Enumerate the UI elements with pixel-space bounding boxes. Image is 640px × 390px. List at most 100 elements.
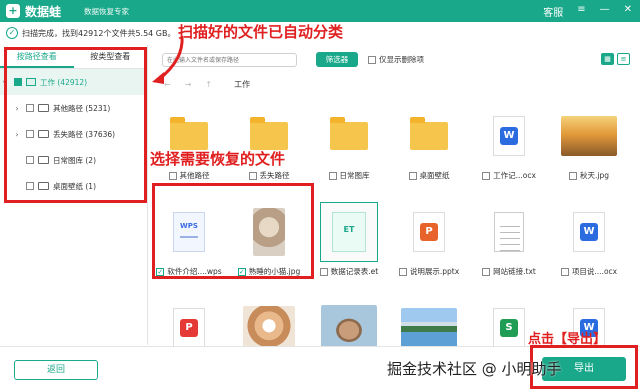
file-item[interactable]: 丢失路径 (234, 94, 304, 186)
file-thumbnail[interactable]: P (160, 298, 218, 346)
kitten-photo (243, 306, 295, 346)
file-item[interactable]: 其他路径 (154, 94, 224, 186)
file-name-label: 网站链接.txt (493, 267, 536, 276)
file-item[interactable] (394, 286, 464, 346)
word-badge-icon: W (580, 223, 598, 241)
show-deleted-toggle[interactable]: 仅显示删除项 (368, 54, 424, 65)
show-deleted-label: 仅显示删除项 (379, 55, 424, 64)
watermark: 掘金技术社区 @ 小明助手 (387, 360, 562, 378)
file-checkbox[interactable] (482, 267, 491, 276)
file-name: 网站链接.txt (474, 266, 544, 277)
file-name-label: 其他路径 (179, 171, 210, 180)
file-thumbnail[interactable] (400, 298, 458, 346)
file-item[interactable]: 日常图库 (314, 94, 384, 186)
toolbar: 筛选器 仅显示删除项 ▦ ≡ (150, 45, 640, 75)
file-checkbox[interactable] (168, 171, 177, 180)
xls-badge-icon: S (500, 319, 518, 337)
ppt-badge-icon: P (420, 223, 438, 241)
file-item[interactable]: ET 数据记录表.et (314, 190, 384, 282)
file-name-label: 日常图库 (339, 171, 370, 180)
file-name-label: 桌面壁纸 (419, 171, 450, 180)
file-name: 工作记...ocx (474, 170, 544, 181)
file-checkbox[interactable] (482, 171, 491, 180)
annotation-choose-text: 选择需要恢复的文件 (150, 150, 286, 168)
file-thumbnail[interactable]: W (560, 202, 618, 262)
file-item[interactable]: P (154, 286, 224, 346)
checkbox[interactable] (368, 55, 376, 64)
excel-file-icon: S (493, 308, 525, 346)
file-name: 日常图库 (314, 170, 384, 181)
filter-button[interactable]: 筛选器 (316, 52, 358, 67)
breadcrumb-item[interactable]: 工作 (234, 79, 250, 90)
file-thumbnail[interactable]: ET (320, 202, 378, 262)
file-item[interactable]: 网站链接.txt (474, 190, 544, 282)
pdf-file-icon: P (173, 308, 205, 346)
file-name-label: 项目说....ocx (571, 267, 618, 276)
file-thumbnail[interactable] (560, 106, 618, 166)
file-name-label: 说明展示.pptx (409, 267, 460, 276)
folder-icon (170, 117, 208, 150)
word-badge-icon: W (500, 127, 518, 145)
file-thumbnail[interactable]: W (480, 106, 538, 166)
file-checkbox[interactable] (328, 171, 337, 180)
annotation-arrow-icon (152, 35, 184, 84)
file-checkbox[interactable] (248, 171, 257, 180)
app-name: 数据蛙 (25, 5, 62, 19)
file-item[interactable]: P 说明展示.pptx (394, 190, 464, 282)
word-file-icon: W (573, 212, 605, 252)
file-thumbnail[interactable]: P (400, 202, 458, 262)
folder-icon (410, 117, 448, 150)
autumn-photo (561, 116, 617, 156)
bunny-photo (321, 305, 377, 346)
title-bar: + 数据蛙 数据恢复专家 客服 ≡ — ✕ (0, 0, 640, 22)
list-view-icon[interactable]: ≡ (617, 53, 630, 65)
annotation-sidebar-box (4, 47, 147, 203)
file-checkbox[interactable] (560, 267, 569, 276)
file-thumbnail[interactable] (320, 298, 378, 346)
file-checkbox[interactable] (319, 267, 328, 276)
file-name-label: 丢失路径 (259, 171, 290, 180)
file-item[interactable]: W 工作记...ocx (474, 94, 544, 186)
file-item[interactable] (314, 286, 384, 346)
file-checkbox[interactable] (398, 267, 407, 276)
app-subtitle: 数据恢复专家 (84, 7, 129, 16)
file-name-label: 秋天.jpg (580, 171, 609, 180)
file-thumbnail[interactable] (240, 298, 298, 346)
file-name: 说明展示.pptx (394, 266, 464, 277)
file-name: 桌面壁纸 (394, 170, 464, 181)
annotation-selected-files-box (152, 183, 314, 279)
folder-icon (250, 117, 288, 150)
file-name: 其他路径 (154, 170, 224, 181)
et-file-icon: ET (332, 212, 366, 252)
file-name: 项目说....ocx (554, 266, 624, 277)
menu-icon[interactable]: ≡ (577, 4, 585, 19)
file-thumbnail[interactable] (320, 106, 378, 166)
file-name: 秋天.jpg (554, 170, 624, 181)
close-icon[interactable]: ✕ (624, 4, 632, 19)
file-item[interactable]: W 项目说....ocx (554, 190, 624, 282)
support-button[interactable]: 客服 (543, 4, 563, 19)
file-item[interactable]: 秋天.jpg (554, 94, 624, 186)
breadcrumb: ← → ↑ 工作 (150, 74, 640, 94)
pdf-badge-icon: P (180, 319, 198, 337)
minimize-icon[interactable]: — (600, 4, 610, 19)
powerpoint-file-icon: P (413, 212, 445, 252)
app-logo-icon: + (6, 4, 20, 18)
folder-icon (330, 117, 368, 150)
file-item[interactable]: 桌面壁纸 (394, 94, 464, 186)
text-file-icon (494, 212, 524, 252)
file-thumbnail[interactable] (400, 106, 458, 166)
file-item[interactable] (234, 286, 304, 346)
file-name: 丢失路径 (234, 170, 304, 181)
lake-photo (401, 308, 457, 346)
file-name-label: 数据记录表.et (330, 267, 379, 276)
file-thumbnail[interactable] (480, 202, 538, 262)
file-checkbox[interactable] (569, 171, 577, 180)
back-button[interactable]: 返回 (14, 360, 98, 380)
grid-view-icon[interactable]: ▦ (601, 53, 614, 65)
file-name-label: 工作记...ocx (493, 171, 536, 180)
file-checkbox[interactable] (408, 171, 417, 180)
word-file-icon: W (493, 116, 525, 156)
annotation-export-text: 点击【导出】 (528, 332, 607, 347)
file-name: 数据记录表.et (314, 266, 384, 277)
